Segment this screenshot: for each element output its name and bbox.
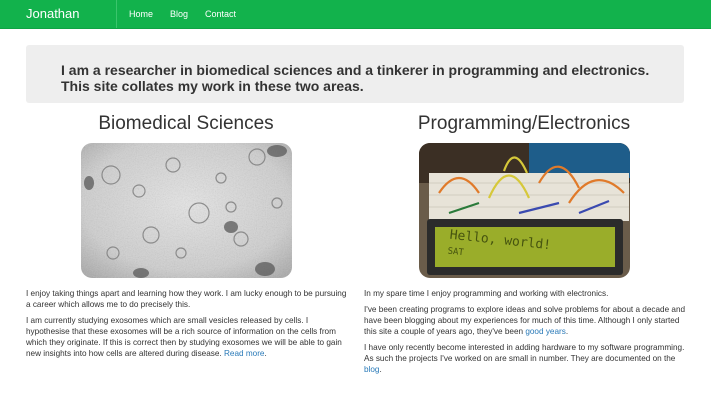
programming-para-3-end: . bbox=[379, 365, 382, 374]
read-more-link[interactable]: Read more bbox=[224, 349, 265, 358]
biomedical-heading: Biomedical Sciences bbox=[98, 113, 274, 134]
programming-heading: Programming/Electronics bbox=[417, 113, 631, 134]
lcd-line-2: SAT bbox=[447, 247, 465, 259]
nav-links: Home Blog Contact bbox=[129, 0, 253, 28]
nav-home[interactable]: Home bbox=[129, 0, 153, 28]
exosome-image bbox=[81, 143, 292, 278]
nav-contact[interactable]: Contact bbox=[205, 0, 236, 28]
nav-divider bbox=[116, 0, 117, 28]
brand-link[interactable]: Jonathan Street bbox=[0, 0, 116, 49]
programming-text: In my spare time I enjoy programming and… bbox=[364, 288, 686, 380]
nav-blog[interactable]: Blog bbox=[170, 0, 188, 28]
navbar: Jonathan Street Home Blog Contact bbox=[0, 0, 711, 49]
intro-jumbotron: I am a researcher in biomedical sciences… bbox=[26, 45, 684, 103]
breadboard-image: Hello, world! SAT bbox=[419, 143, 630, 278]
biomedical-para-2-text: I am currently studying exosomes which a… bbox=[26, 316, 342, 358]
read-more-period: . bbox=[264, 349, 267, 358]
blog-link[interactable]: blog bbox=[364, 365, 379, 374]
biomedical-para-2: I am currently studying exosomes which a… bbox=[26, 315, 348, 359]
programming-para-2: I've been creating programs to explore i… bbox=[364, 304, 686, 337]
biomedical-para-1: I enjoy taking things apart and learning… bbox=[26, 289, 347, 309]
biomedical-column: Biomedical Sciences I enjoy taking thing… bbox=[26, 110, 346, 358]
programming-para-2-end: . bbox=[565, 327, 569, 336]
programming-column: Programming/Electronics Hello, world! SA… bbox=[364, 110, 685, 374]
programming-para-3: I have only recently become interested i… bbox=[364, 342, 686, 375]
biomedical-text: I enjoy taking things apart and learning… bbox=[26, 288, 348, 364]
programming-para-3-text: I have only recently become interested i… bbox=[364, 343, 685, 363]
good-years-link[interactable]: good years bbox=[525, 327, 566, 336]
intro-text: I am a researcher in biomedical sciences… bbox=[61, 62, 650, 94]
programming-para-1: In my spare time I enjoy programming and… bbox=[364, 289, 609, 298]
